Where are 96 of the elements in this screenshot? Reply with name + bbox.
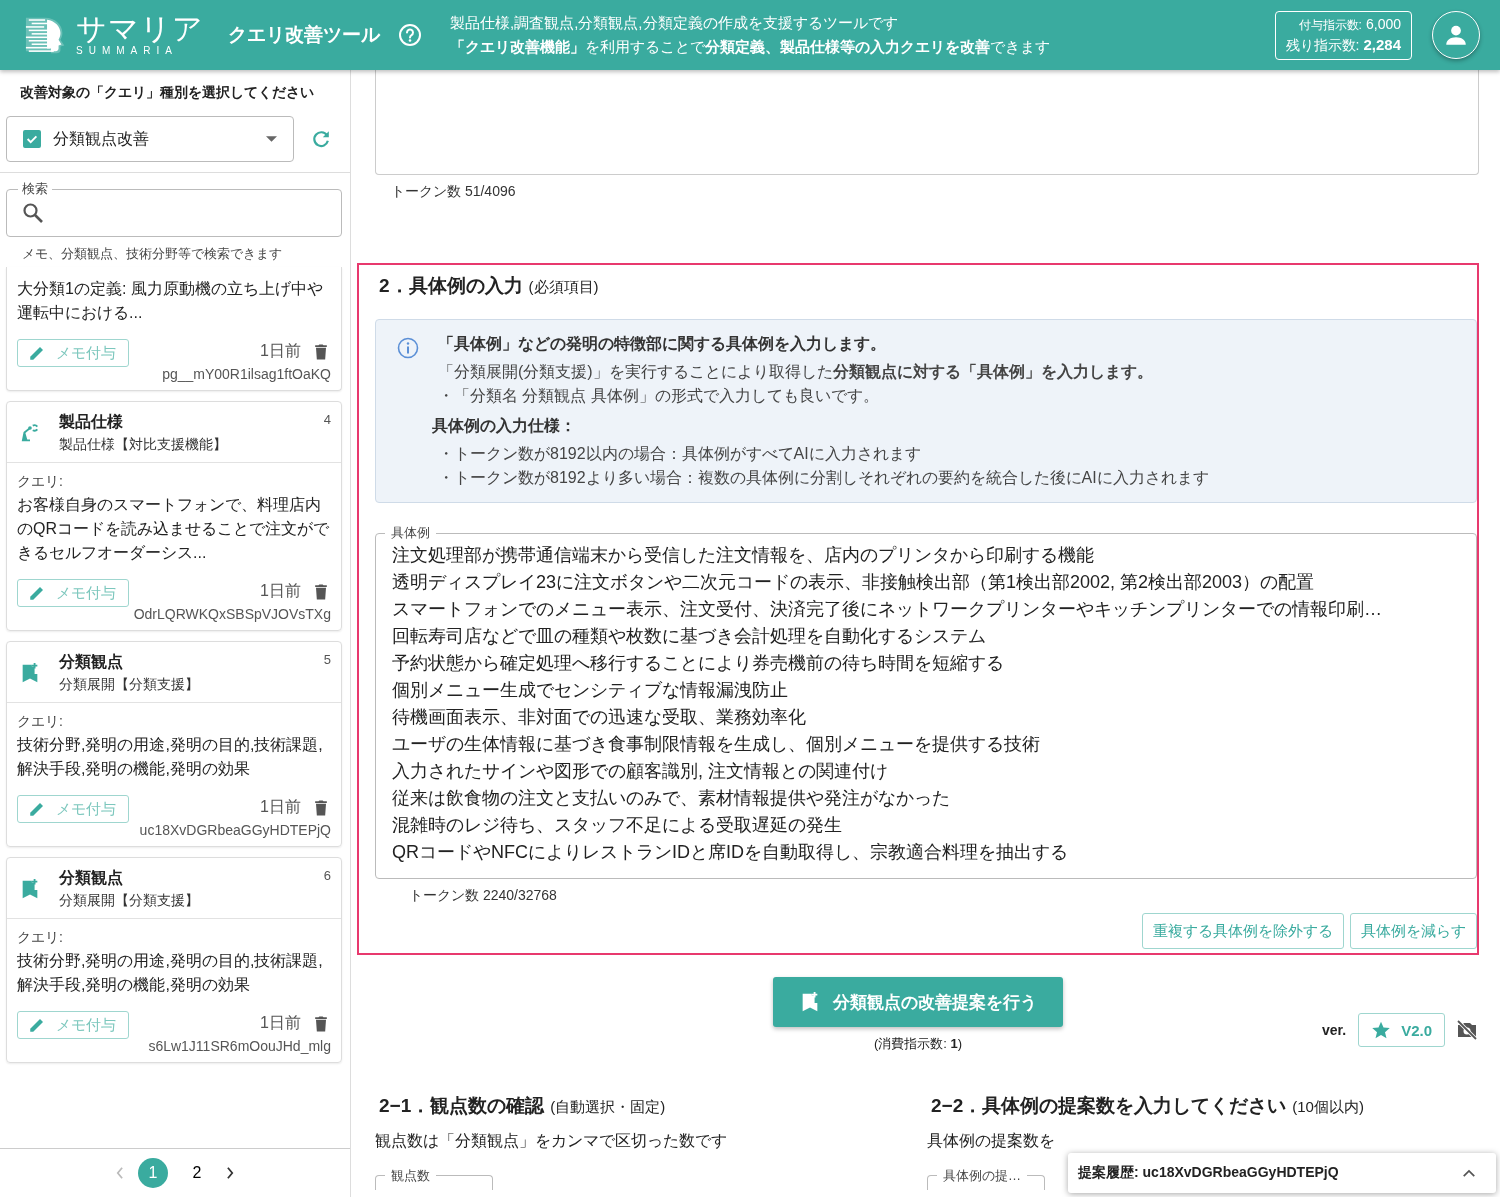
example-line: 予約状態から確定処理へ移行することにより券売機前の待ち時間を短縮する bbox=[392, 652, 1005, 675]
star-icon bbox=[1371, 1020, 1392, 1040]
header-description: 「クエリ改善機能」を利用することで分類定義、製品仕様等の入力クエリを改善できます bbox=[450, 37, 1051, 57]
logo-subtitle: SUMMARIA bbox=[76, 45, 179, 57]
header-description: 製品仕様,調査観点,分類観点,分類定義の作成を支援するツールです bbox=[450, 13, 899, 33]
field-label: 具体例の提… bbox=[937, 1168, 1027, 1183]
example-line: ユーザの生体情報に基づき食事制限情報を生成し、個別メニューを提供する技術 bbox=[392, 733, 1041, 756]
query-label: クエリ: bbox=[17, 929, 64, 947]
token-count: トークン数 51/4096 bbox=[390, 183, 517, 201]
history-card[interactable]: 分類観点 分類展開【分類支援】 6 クエリ: 技術分野,発明の用途,発明の目的,技術課題,解決手段,発明の機能,発明の効果 メモ付与 1日前 s6Lw1J11SR6mOouJHd_mlg bbox=[6, 857, 342, 1063]
example-line: 従来は飲食物の注文と支払いのみで、素材情報提供や発注がなかった bbox=[392, 787, 951, 810]
pencil-icon bbox=[28, 344, 46, 362]
search-icon bbox=[21, 201, 45, 225]
history-bar[interactable]: 提案履歴: uc18XvDGRbeaGGyHDTEPjQ bbox=[1068, 1153, 1496, 1193]
example-line: 注文処理部が携帯通信端末から受信した注文情報を、店内のプリンタから印刷する機能 bbox=[392, 544, 1095, 567]
query-type-select[interactable]: 分類観点改善 bbox=[6, 116, 294, 162]
quota-value: 2,284 bbox=[1363, 35, 1401, 53]
section-note: (10個以内) bbox=[1292, 1098, 1364, 1117]
example-line: 待機画面表示、非対面での迅速な受取、業務効率化 bbox=[392, 706, 807, 729]
section-note: (自動選択・固定) bbox=[550, 1098, 666, 1117]
logo-name: サマリア bbox=[76, 13, 204, 45]
example-line: 混雑時のレジ待ち、スタッフ不足による受取遅延の発生 bbox=[392, 814, 843, 837]
number-field[interactable]: 具体例の提… bbox=[927, 1166, 1045, 1190]
history-card[interactable]: 大分類1の定義: 風力原動機の立ち上げ中や運転中における... メモ付与 1日前 pg__mY00R1ilsag1ftOaKQ bbox=[6, 267, 342, 391]
section-description: 具体例の提案数を bbox=[927, 1131, 1056, 1151]
refresh-icon[interactable] bbox=[310, 128, 332, 150]
spec-item: ・トークン数が8192以内の場合：具体例がすべてAIに入力されます bbox=[438, 444, 922, 464]
query-label: クエリ: bbox=[17, 713, 64, 731]
query-text: 大分類1の定義: 風力原動機の立ち上げ中や運転中における... bbox=[17, 279, 324, 323]
timestamp: 1日前 bbox=[260, 1013, 301, 1033]
timestamp: 1日前 bbox=[260, 581, 301, 601]
example-line: QRコードやNFCによりレストランIDと席IDを自動取得し、宗教適合料理を抽出する bbox=[392, 841, 1069, 864]
quota-value: 6,000 bbox=[1365, 15, 1401, 32]
pencil-icon bbox=[28, 800, 46, 818]
query-id: pg__mY00R1ilsag1ftOaKQ bbox=[162, 366, 331, 382]
help-icon[interactable] bbox=[398, 23, 422, 47]
cost-note: (消費指示数: 1) bbox=[873, 1035, 963, 1053]
example-line: 透明ディスプレイ23に注文ボタンや二次元コードの表示、非接触検出部（第1検出部2002, 第2検出部2003）の配置 bbox=[392, 571, 1316, 594]
section-heading: 2−1．観点数の確認 bbox=[379, 1094, 545, 1118]
card-number: 5 bbox=[323, 652, 331, 667]
search-hint: メモ、分類観点、技術分野等で検索できます bbox=[21, 245, 283, 263]
info-text: 「分類展開(分類支援)」を実行することにより取得した分類観点に対する「具体例」を入力します。 bbox=[438, 362, 1154, 382]
pencil-icon bbox=[28, 1016, 46, 1034]
camera-off-icon[interactable] bbox=[1455, 1018, 1479, 1042]
query-id: OdrLQRWKQxSBSpVJOVsTXg bbox=[133, 606, 331, 622]
card-subtitle: 分類展開【分類支援】 bbox=[59, 892, 199, 910]
chevron-right-icon[interactable] bbox=[226, 1166, 235, 1180]
card-title: 製品仕様 bbox=[59, 412, 124, 432]
card-subtitle: 製品仕様【対比支援機能】 bbox=[59, 436, 227, 454]
field-label: 観点数 bbox=[385, 1168, 436, 1183]
info-icon bbox=[396, 336, 420, 360]
section-note: (必須項目) bbox=[528, 278, 599, 297]
section-heading: 2−2．具体例の提案数を入力してください bbox=[931, 1094, 1287, 1118]
select-value: 分類観点改善 bbox=[53, 128, 150, 149]
query-id: uc18XvDGRbeaGGyHDTEPjQ bbox=[139, 822, 331, 838]
card-title: 分類観点 bbox=[59, 868, 124, 888]
history-card[interactable]: 製品仕様 製品仕様【対比支援機能】 4 クエリ: お客様自身のスマートフォンで、料理店内のQRコードを読み込ませることで注文ができるセルフオーダーシス... メモ付与 1日前 OdrLQRWKQxSBSpVJOVsTXg bbox=[6, 401, 342, 631]
history-card[interactable]: 分類観点 分類展開【分類支援】 5 クエリ: 技術分野,発明の用途,発明の目的,技術課題,解決手段,発明の機能,発明の効果 メモ付与 1日前 uc18XvDGRbeaGGyHDTEPjQ bbox=[6, 641, 342, 847]
query-text: 技術分野,発明の用途,発明の目的,技術課題,解決手段,発明の機能,発明の効果 bbox=[17, 735, 324, 779]
robot-arm-icon bbox=[19, 422, 41, 444]
quota-label: 残り指示数: bbox=[1285, 36, 1360, 55]
card-number: 4 bbox=[323, 412, 331, 427]
timestamp: 1日前 bbox=[260, 341, 301, 361]
info-text: ・「分類名 分類観点 具体例」の形式で入力しても良いです。 bbox=[438, 386, 880, 406]
info-title: 「具体例」などの発明の特徴部に関する具体例を入力します。 bbox=[438, 334, 887, 355]
example-line: 個別メニュー生成でセンシティブな情報漏洩防止 bbox=[392, 679, 789, 702]
token-count: トークン数 2240/32768 bbox=[408, 887, 558, 905]
query-text: 技術分野,発明の用途,発明の目的,技術課題,解決手段,発明の機能,発明の効果 bbox=[17, 951, 324, 995]
spec-item: ・トークン数が8192より多い場合：複数の具体例に分割しそれぞれの要約を統合した後にAIに入力されます bbox=[438, 468, 1209, 488]
tool-title: クエリ改善ツール bbox=[228, 23, 380, 47]
example-line: スマートフォンでのメニュー表示、注文受付、決済完了後にネットワークプリンターやキッチンプリンターでの情報印刷… bbox=[392, 598, 1383, 621]
section-description: 観点数は「分類観点」をカンマで区切った数です bbox=[375, 1131, 728, 1151]
user-avatar-button[interactable] bbox=[1432, 11, 1480, 59]
history-label: 提案履歴: uc18XvDGRbeaGGyHDTEPjQ bbox=[1078, 1164, 1339, 1182]
card-title: 分類観点 bbox=[59, 652, 124, 672]
section-heading: 2．具体例の入力 bbox=[379, 274, 523, 298]
version-label: ver. bbox=[1322, 1022, 1347, 1038]
chevron-up-icon[interactable] bbox=[1462, 1168, 1476, 1178]
query-text: お客様自身のスマートフォンで、料理店内のQRコードを読み込ませることで注文ができるセルフオーダーシス... bbox=[17, 495, 330, 563]
example-line: 入力されたサインや図形での顧客識別, 注文情報との関連付け bbox=[392, 760, 889, 783]
caret-icon bbox=[266, 136, 277, 142]
spec-heading: 具体例の入力仕様： bbox=[432, 416, 577, 436]
timestamp: 1日前 bbox=[260, 797, 301, 817]
query-id: s6Lw1J11SR6mOouJHd_mlg bbox=[148, 1038, 331, 1054]
query-label: クエリ: bbox=[17, 473, 64, 491]
card-subtitle: 分類展開【分類支援】 bbox=[59, 676, 199, 694]
page-button[interactable]: 2 bbox=[182, 1158, 212, 1188]
card-number: 6 bbox=[323, 868, 331, 883]
sidebar-prompt: 改善対象の「クエリ」種別を選択してください bbox=[19, 84, 315, 102]
quota-label: 付与指示数: bbox=[1298, 16, 1362, 34]
field-label: 具体例 bbox=[385, 524, 436, 542]
example-line: 回転寿司店などで皿の種類や枚数に基づき会計処理を自動化するシステム bbox=[392, 625, 987, 648]
pencil-icon bbox=[28, 584, 46, 602]
field-label: 検索 bbox=[18, 180, 52, 198]
number-field[interactable]: 観点数 bbox=[375, 1166, 493, 1190]
checkbox[interactable] bbox=[23, 130, 41, 148]
